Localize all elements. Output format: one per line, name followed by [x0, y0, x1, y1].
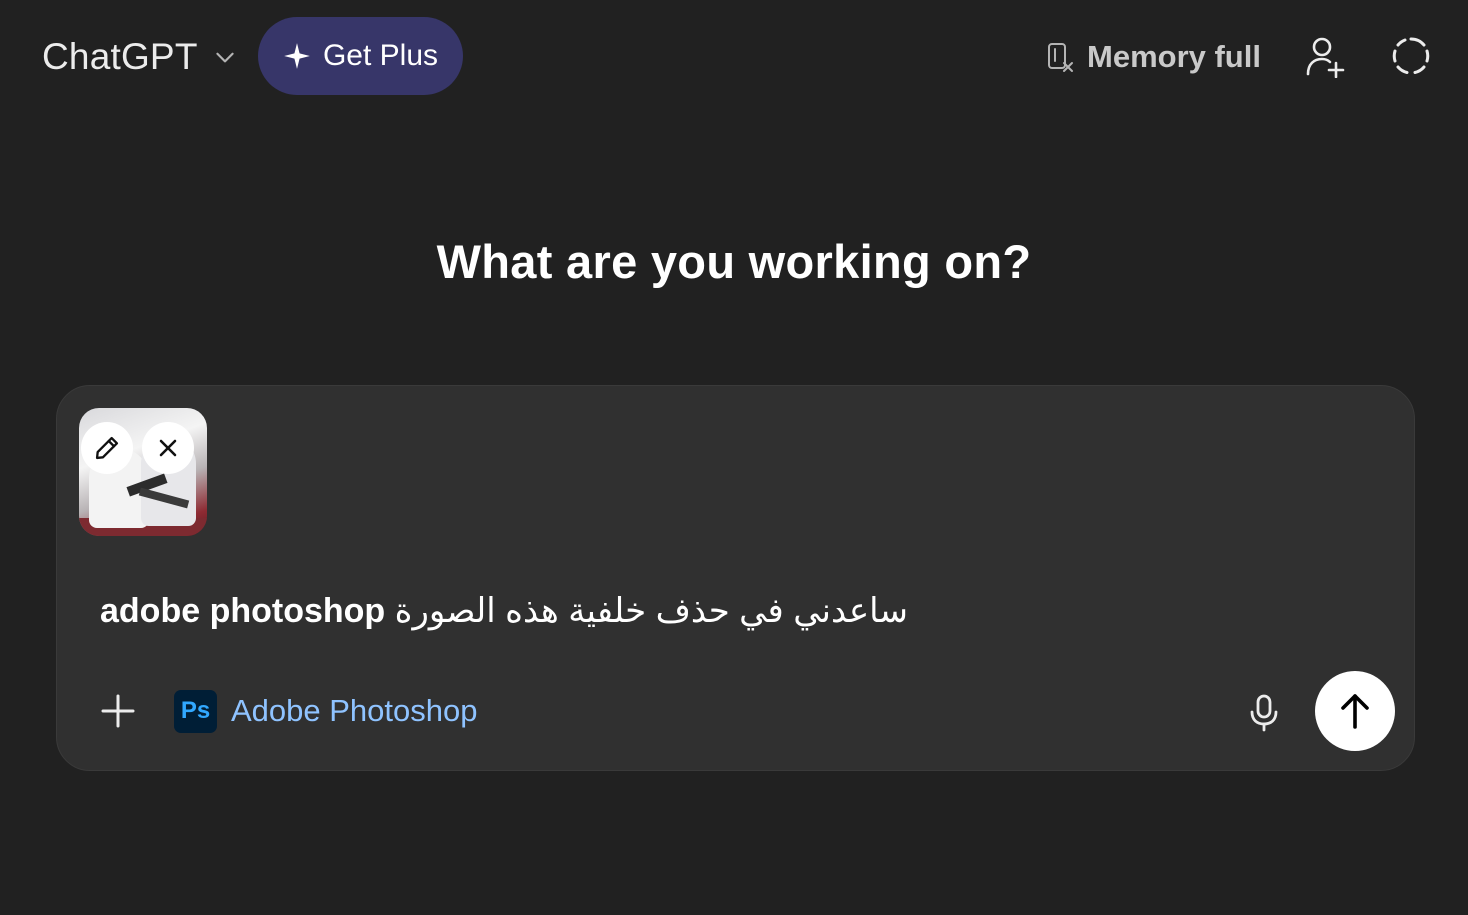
- attached-image-thumbnail[interactable]: [79, 408, 207, 536]
- get-plus-button[interactable]: Get Plus: [258, 17, 463, 95]
- pencil-icon: [95, 436, 119, 460]
- app-chip-label: Adobe Photoshop: [231, 693, 478, 728]
- model-switcher[interactable]: ChatGPT: [34, 28, 246, 86]
- memory-status[interactable]: Memory full: [1045, 34, 1261, 80]
- microphone-icon: [1250, 694, 1278, 732]
- arrow-up-icon: [1341, 694, 1369, 729]
- get-plus-label: Get Plus: [322, 39, 439, 72]
- photoshop-logo-icon: Ps: [174, 689, 217, 733]
- top-bar: ChatGPT Get Plus Memory full: [0, 0, 1468, 114]
- plus-icon: [101, 694, 135, 728]
- temporary-chat-button[interactable]: [1383, 28, 1439, 84]
- composer: adobe photoshop ساعدني في حذف خلفية هذه …: [56, 385, 1415, 771]
- chevron-down-icon: [215, 52, 234, 63]
- adobe-photoshop-app-chip[interactable]: Ps Adobe Photoshop: [174, 688, 478, 734]
- sparkle-icon: [284, 43, 310, 69]
- send-button[interactable]: [1315, 671, 1395, 751]
- close-icon: [159, 439, 177, 457]
- prompt-text[interactable]: adobe photoshop ساعدني في حذف خلفية هذه …: [100, 591, 908, 631]
- memory-full-icon: [1048, 43, 1073, 72]
- dictate-button[interactable]: [1239, 686, 1289, 740]
- edit-image-button[interactable]: [81, 422, 133, 474]
- memory-status-label: Memory full: [1087, 39, 1261, 74]
- page-headline: What are you working on?: [436, 235, 1032, 288]
- remove-image-button[interactable]: [142, 422, 194, 474]
- model-name: ChatGPT: [42, 36, 198, 77]
- attach-button[interactable]: [93, 684, 143, 738]
- prompt-app-text: adobe photoshop: [100, 592, 386, 630]
- share-add-people-button[interactable]: [1297, 29, 1353, 85]
- prompt-arabic-text: ساعدني في حذف خلفية هذه الصورة: [394, 592, 908, 630]
- add-person-icon: [1306, 37, 1345, 78]
- temporary-chat-icon: [1392, 37, 1430, 74]
